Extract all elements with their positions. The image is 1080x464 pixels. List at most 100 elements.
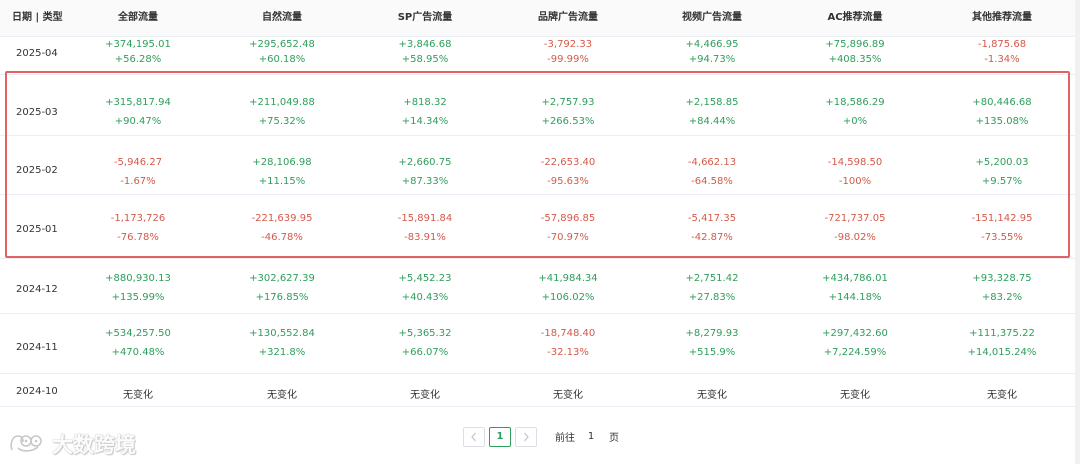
table-cell: -15,891.84 -83.91% <box>355 194 495 258</box>
table-row: 2025-01 -1,173,726 -76.78% -221,639.95 -46.7… <box>0 194 1075 259</box>
cell-value: +302,627.39 <box>249 273 315 284</box>
cell-value: -1,875.68 <box>977 39 1027 50</box>
table-cell: 无变化 <box>212 373 352 406</box>
goto-page-input[interactable] <box>579 426 603 446</box>
cell-percent: +83.2% <box>981 292 1023 303</box>
header-other-recommend-traffic: 其他推荐流量 <box>972 12 1032 23</box>
cell-percent: +60.18% <box>258 54 306 65</box>
cell-value: -721,737.05 <box>824 213 886 224</box>
cell-percent: -73.55% <box>981 232 1023 243</box>
table-cell: -1,173,726 -76.78% <box>68 194 208 258</box>
cell-value: -18,748.40 <box>540 328 596 339</box>
table-cell: -221,639.95 -46.78% <box>212 194 352 258</box>
cell-percent: +58.95% <box>401 54 449 65</box>
logo-icon <box>10 435 42 452</box>
cell-percent: +106.02% <box>541 292 595 303</box>
cell-value: +2,158.85 <box>685 97 739 108</box>
cell-percent: +266.53% <box>541 116 595 127</box>
row-date: 2024-12 <box>16 284 58 295</box>
cell-value: -57,896.85 <box>540 213 596 224</box>
table-row: 2024-12 +880,930.13 +135.99% +302,627.39 +17… <box>0 258 1075 314</box>
table-cell: +315,817.94 +90.47% <box>68 74 208 135</box>
cell-value: +18,586.29 <box>825 97 885 108</box>
cell-percent: +135.99% <box>111 292 165 303</box>
cell-percent: +11.15% <box>258 176 306 187</box>
cell-percent: +56.28% <box>114 54 162 65</box>
cell-percent: +14,015.24% <box>967 347 1037 358</box>
cell-value: 无变化 <box>987 390 1017 401</box>
header-all-traffic: 全部流量 <box>118 12 158 23</box>
cell-percent: -42.87% <box>691 232 733 243</box>
cell-value: 无变化 <box>840 390 870 401</box>
chevron-right-icon[interactable] <box>515 427 537 447</box>
cell-value: +315,817.94 <box>105 97 171 108</box>
cell-value: -1,173,726 <box>110 213 166 224</box>
cell-percent: -46.78% <box>261 232 303 243</box>
cell-value: +5,365.32 <box>398 328 452 339</box>
table-cell: +130,552.84 +321.8% <box>212 313 352 373</box>
table-cell: -4,662.13 -64.58% <box>642 135 782 194</box>
cell-value: +2,757.93 <box>541 97 595 108</box>
cell-percent: -100% <box>838 176 872 187</box>
cell-percent: +7,224.59% <box>823 347 887 358</box>
table-cell: +111,375.22 +14,015.24% <box>932 313 1072 373</box>
cell-value: +2,751.42 <box>685 273 739 284</box>
row-date: 2024-11 <box>16 342 58 353</box>
table-cell: -57,896.85 -70.97% <box>498 194 638 258</box>
cell-percent: +87.33% <box>401 176 449 187</box>
cell-value: +8,279.93 <box>685 328 739 339</box>
cell-value: +3,846.68 <box>398 39 452 50</box>
cell-value: +80,446.68 <box>972 97 1032 108</box>
cell-percent: +470.48% <box>111 347 165 358</box>
cell-percent: +176.85% <box>255 292 309 303</box>
cell-value: -3,792.33 <box>543 39 593 50</box>
cell-percent: +94.73% <box>688 54 736 65</box>
row-date: 2025-03 <box>16 107 58 118</box>
table-cell: 无变化 <box>498 373 638 406</box>
page-1-button[interactable]: 1 <box>489 427 511 447</box>
cell-percent: -83.91% <box>404 232 446 243</box>
table-row: 2024-10 无变化 无变化 无变化 无变化 无变化 无变化 无变化 <box>0 373 1075 407</box>
cell-value: 无变化 <box>697 390 727 401</box>
table-cell: +5,200.03 +9.57% <box>932 135 1072 194</box>
cell-percent: +75.32% <box>258 116 306 127</box>
table-cell: +818.32 +14.34% <box>355 74 495 135</box>
table-cell: +211,049.88 +75.32% <box>212 74 352 135</box>
header-sp-ad-traffic: SP广告流量 <box>397 12 453 23</box>
table-cell: -721,737.05 -98.02% <box>785 194 925 258</box>
cell-value: -151,142.95 <box>971 213 1033 224</box>
cell-value: +41,984.34 <box>538 273 598 284</box>
cell-value: -15,891.84 <box>397 213 453 224</box>
cell-value: +434,786.01 <box>822 273 888 284</box>
cell-value: 无变化 <box>267 390 297 401</box>
table-header: 日期 | 类型 全部流量 自然流量 SP广告流量 品牌广告流量 视频广告流量 A… <box>0 0 1075 37</box>
cell-percent: +0% <box>842 116 868 127</box>
table-cell: +2,751.42 +27.83% <box>642 258 782 313</box>
cell-percent: +40.43% <box>401 292 449 303</box>
cell-value: +880,930.13 <box>105 273 171 284</box>
table-cell: +28,106.98 +11.15% <box>212 135 352 194</box>
header-ac-recommend-traffic: AC推荐流量 <box>827 12 883 23</box>
cell-value: 无变化 <box>410 390 440 401</box>
table-cell: -5,417.35 -42.87% <box>642 194 782 258</box>
scrollbar[interactable] <box>1075 0 1080 464</box>
cell-value: +297,432.60 <box>822 328 888 339</box>
cell-value: 无变化 <box>553 390 583 401</box>
chevron-left-icon[interactable] <box>463 427 485 447</box>
table-cell: +5,365.32 +66.07% <box>355 313 495 373</box>
cell-percent: +135.08% <box>975 116 1029 127</box>
cell-value: +534,257.50 <box>105 328 171 339</box>
cell-value: -22,653.40 <box>540 157 596 168</box>
cell-percent: +144.18% <box>828 292 882 303</box>
cell-percent: +66.07% <box>401 347 449 358</box>
table-cell: 无变化 <box>355 373 495 406</box>
table-cell: -22,653.40 -95.63% <box>498 135 638 194</box>
table-cell: +93,328.75 +83.2% <box>932 258 1072 313</box>
header-natural-traffic: 自然流量 <box>262 12 302 23</box>
table-cell: +534,257.50 +470.48% <box>68 313 208 373</box>
page-suffix-label: 页 <box>609 433 619 444</box>
cell-percent: -70.97% <box>547 232 589 243</box>
cell-value: -5,946.27 <box>113 157 163 168</box>
table-cell: +302,627.39 +176.85% <box>212 258 352 313</box>
table-cell: +2,660.75 +87.33% <box>355 135 495 194</box>
